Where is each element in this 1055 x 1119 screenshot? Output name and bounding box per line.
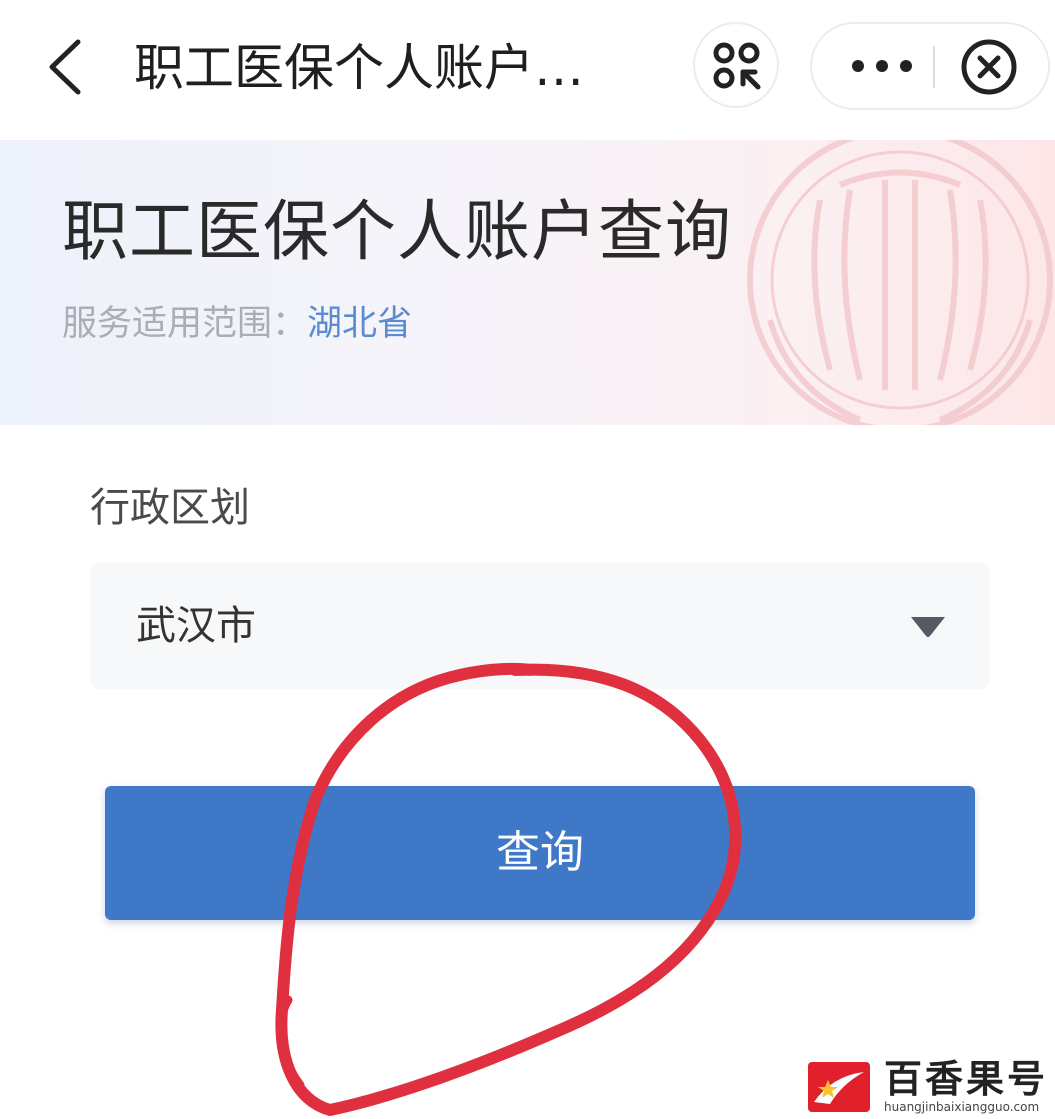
close-circle-icon [961,39,1017,95]
service-scope-value: 湖北省 [307,304,413,344]
more-dots-icon [852,60,912,72]
brand-logo-icon [808,1062,870,1112]
nav-title: 职工医保个人账户… [134,39,584,97]
region-field-label: 行政区划 [90,485,250,531]
brand-watermark: 百香果号 huangjinbaixiangguo.com [808,1058,1048,1116]
close-button[interactable] [958,36,1020,98]
capsule-divider [933,46,935,88]
page: 职工医保个人账户… 职工医保个人账户查询 服务适用范围：湖北省 行政区划 武汉市… [0,0,1055,1119]
top-nav-bar: 职工医保个人账户… [0,0,1055,140]
page-title: 职工医保个人账户查询 [62,193,732,270]
region-select[interactable]: 武汉市 [90,562,990,689]
chevron-left-icon [49,39,81,95]
service-scope-label: 服务适用范围： [62,304,308,344]
scan-button[interactable] [693,22,779,108]
mini-program-capsule [810,22,1050,110]
more-button[interactable] [832,24,932,108]
watermark-brand-text: 百香果号 [884,1057,1049,1101]
query-button[interactable]: 查询 [105,786,975,920]
region-select-value: 武汉市 [136,603,256,649]
scan-icon [713,42,761,90]
service-banner: 职工医保个人账户查询 服务适用范围：湖北省 [0,140,1055,425]
triangle-down-icon [911,617,945,637]
service-scope: 服务适用范围：湖北省 [62,300,412,348]
back-button[interactable] [38,36,94,96]
watermark-url: huangjinbaixiangguo.com [884,1100,1040,1114]
emblem-watermark-icon [747,140,1053,425]
